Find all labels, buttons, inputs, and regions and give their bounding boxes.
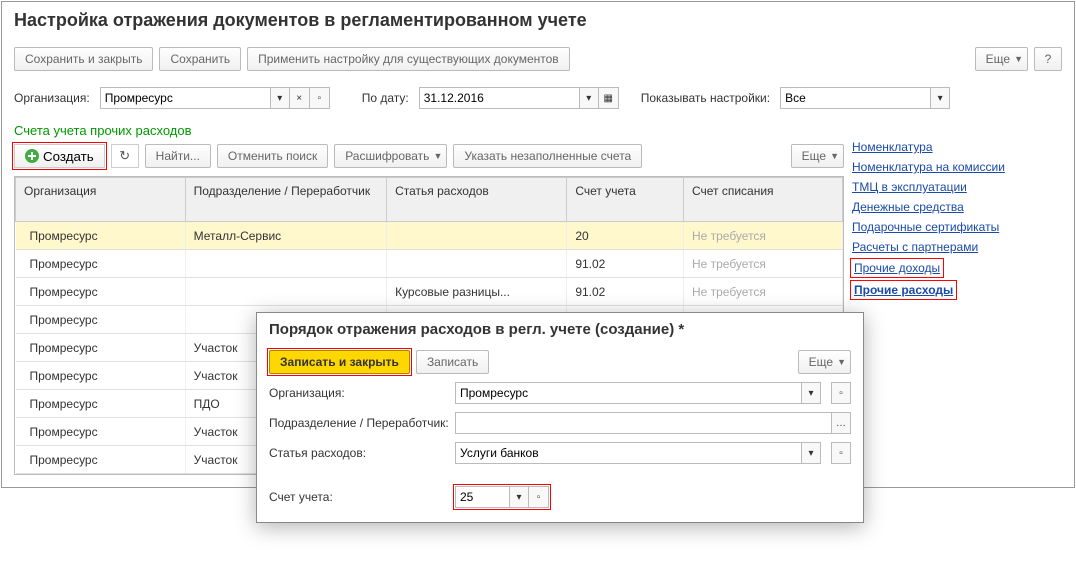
apply-button[interactable]: Применить настройку для существующих док…: [247, 47, 570, 71]
cell-org: Промресурс: [16, 418, 186, 446]
org-label: Организация:: [14, 91, 90, 105]
chevron-down-icon: ▼: [837, 357, 846, 367]
cell-org: Промресурс: [16, 306, 186, 334]
filter-row: Организация: ▾ × ▫ По дату: ▾ ▦ Показыва…: [2, 79, 1074, 117]
cell-acct: 91.02: [567, 250, 684, 278]
chevron-down-icon[interactable]: ▾: [930, 87, 950, 109]
org-field: ▾ × ▫: [100, 87, 330, 109]
cell-acct: 91.02: [567, 278, 684, 306]
sub-more-button[interactable]: Еще▼: [791, 144, 844, 168]
link-tmc[interactable]: ТМЦ в эксплуатации: [852, 180, 1005, 194]
dialog-acct-label: Счет учета:: [269, 490, 449, 504]
refresh-button[interactable]: ↻: [111, 144, 139, 168]
link-nomenclature-commission[interactable]: Номенклатура на комиссии: [852, 160, 1005, 174]
chevron-down-icon[interactable]: ▾: [509, 486, 529, 508]
clear-icon[interactable]: ×: [290, 87, 310, 109]
col-acct[interactable]: Счет учета: [567, 178, 684, 222]
dialog-item-label: Статья расходов:: [269, 446, 449, 460]
chevron-down-icon[interactable]: ▾: [579, 87, 599, 109]
dialog-org-input[interactable]: [455, 382, 801, 404]
cell-org: Промресурс: [16, 250, 186, 278]
cancel-find-button[interactable]: Отменить поиск: [217, 144, 328, 168]
open-icon[interactable]: ▫: [831, 442, 851, 464]
table-row[interactable]: Промресурс 91.02Не требуется: [16, 250, 843, 278]
plus-icon: [25, 149, 39, 163]
date-input[interactable]: [419, 87, 579, 109]
chevron-down-icon: ▼: [1014, 54, 1023, 64]
cell-org: Промресурс: [16, 362, 186, 390]
create-dialog: Порядок отражения расходов в регл. учете…: [256, 312, 864, 523]
cell-item: [387, 222, 567, 250]
show-field: ▾: [780, 87, 950, 109]
col-dept[interactable]: Подразделение / Переработчик: [185, 178, 386, 222]
more-button[interactable]: Еще▼: [975, 47, 1028, 71]
save-button[interactable]: Сохранить: [159, 47, 241, 71]
dialog-more-button[interactable]: Еще▼: [798, 350, 851, 374]
cell-org: Промресурс: [16, 334, 186, 362]
dialog-dept-label: Подразделение / Переработчик:: [269, 416, 449, 430]
cell-org: Промресурс: [16, 390, 186, 418]
cell-writeoff: Не требуется: [683, 222, 842, 250]
cell-dept: Металл-Сервис: [185, 222, 386, 250]
dialog-save-close-button[interactable]: Записать и закрыть: [269, 350, 410, 374]
table-row[interactable]: Промресурс Курсовые разницы...91.02Не тре…: [16, 278, 843, 306]
col-item[interactable]: Статья расходов: [387, 178, 567, 222]
dialog-org-label: Организация:: [269, 386, 449, 400]
open-icon[interactable]: ▫: [831, 382, 851, 404]
chevron-down-icon[interactable]: ▾: [801, 442, 821, 464]
save-close-button[interactable]: Сохранить и закрыть: [14, 47, 153, 71]
main-window: Настройка отражения документов в регламе…: [1, 1, 1075, 488]
main-toolbar: Сохранить и закрыть Сохранить Применить …: [2, 39, 1074, 79]
date-field: ▾ ▦: [419, 87, 619, 109]
cell-org: Промресурс: [16, 446, 186, 474]
show-unfilled-button[interactable]: Указать незаполненные счета: [453, 144, 642, 168]
cell-acct: 20: [567, 222, 684, 250]
dialog-save-button[interactable]: Записать: [416, 350, 489, 374]
link-partners[interactable]: Расчеты с партнерами: [852, 240, 1005, 254]
dialog-title: Порядок отражения расходов в регл. учете…: [257, 313, 863, 346]
open-icon[interactable]: ▫: [529, 486, 549, 508]
section-title: Счета учета прочих расходов: [2, 117, 1074, 140]
cell-item: Курсовые разницы...: [387, 278, 567, 306]
decode-button[interactable]: Расшифровать▼: [334, 144, 447, 168]
col-writeoff[interactable]: Счет списания: [683, 178, 842, 222]
find-button[interactable]: Найти...: [145, 144, 211, 168]
date-label: По дату:: [362, 91, 409, 105]
calendar-icon[interactable]: ▦: [599, 87, 619, 109]
link-gift[interactable]: Подарочные сертификаты: [852, 220, 1005, 234]
chevron-down-icon[interactable]: ▾: [801, 382, 821, 404]
link-money[interactable]: Денежные средства: [852, 200, 1005, 214]
cell-org: Промресурс: [16, 222, 186, 250]
sub-toolbar: Создать ↻ Найти... Отменить поиск Расшиф…: [14, 140, 844, 176]
dialog-acct-input[interactable]: [455, 486, 509, 508]
dialog-toolbar: Записать и закрыть Записать Еще▼: [257, 346, 863, 378]
cell-org: Промресурс: [16, 278, 186, 306]
dialog-item-input[interactable]: [455, 442, 801, 464]
create-button[interactable]: Создать: [14, 144, 105, 168]
cell-item: [387, 250, 567, 278]
cell-writeoff: Не требуется: [683, 250, 842, 278]
open-icon[interactable]: ▫: [310, 87, 330, 109]
link-other-expenses[interactable]: Прочие расходы: [854, 283, 953, 297]
cell-writeoff: Не требуется: [683, 278, 842, 306]
refresh-icon: ↻: [119, 148, 130, 164]
chevron-down-icon: ▼: [433, 151, 442, 161]
col-org[interactable]: Организация: [16, 178, 186, 222]
cell-dept: [185, 278, 386, 306]
chevron-down-icon[interactable]: ▾: [270, 87, 290, 109]
cell-dept: [185, 250, 386, 278]
link-nomenclature[interactable]: Номенклатура: [852, 140, 1005, 154]
table-row[interactable]: ПромресурсМеталл-Сервис 20Не требуется: [16, 222, 843, 250]
ellipsis-icon[interactable]: …: [831, 412, 851, 434]
show-label: Показывать настройки:: [641, 91, 770, 105]
page-title: Настройка отражения документов в регламе…: [14, 10, 1062, 31]
org-input[interactable]: [100, 87, 270, 109]
dialog-dept-input[interactable]: [455, 412, 831, 434]
link-other-income[interactable]: Прочие доходы: [854, 261, 940, 275]
side-links: Номенклатура Номенклатура на комиссии ТМ…: [852, 140, 1005, 298]
show-input[interactable]: [780, 87, 930, 109]
help-button[interactable]: ?: [1034, 47, 1062, 71]
chevron-down-icon: ▼: [830, 151, 839, 161]
